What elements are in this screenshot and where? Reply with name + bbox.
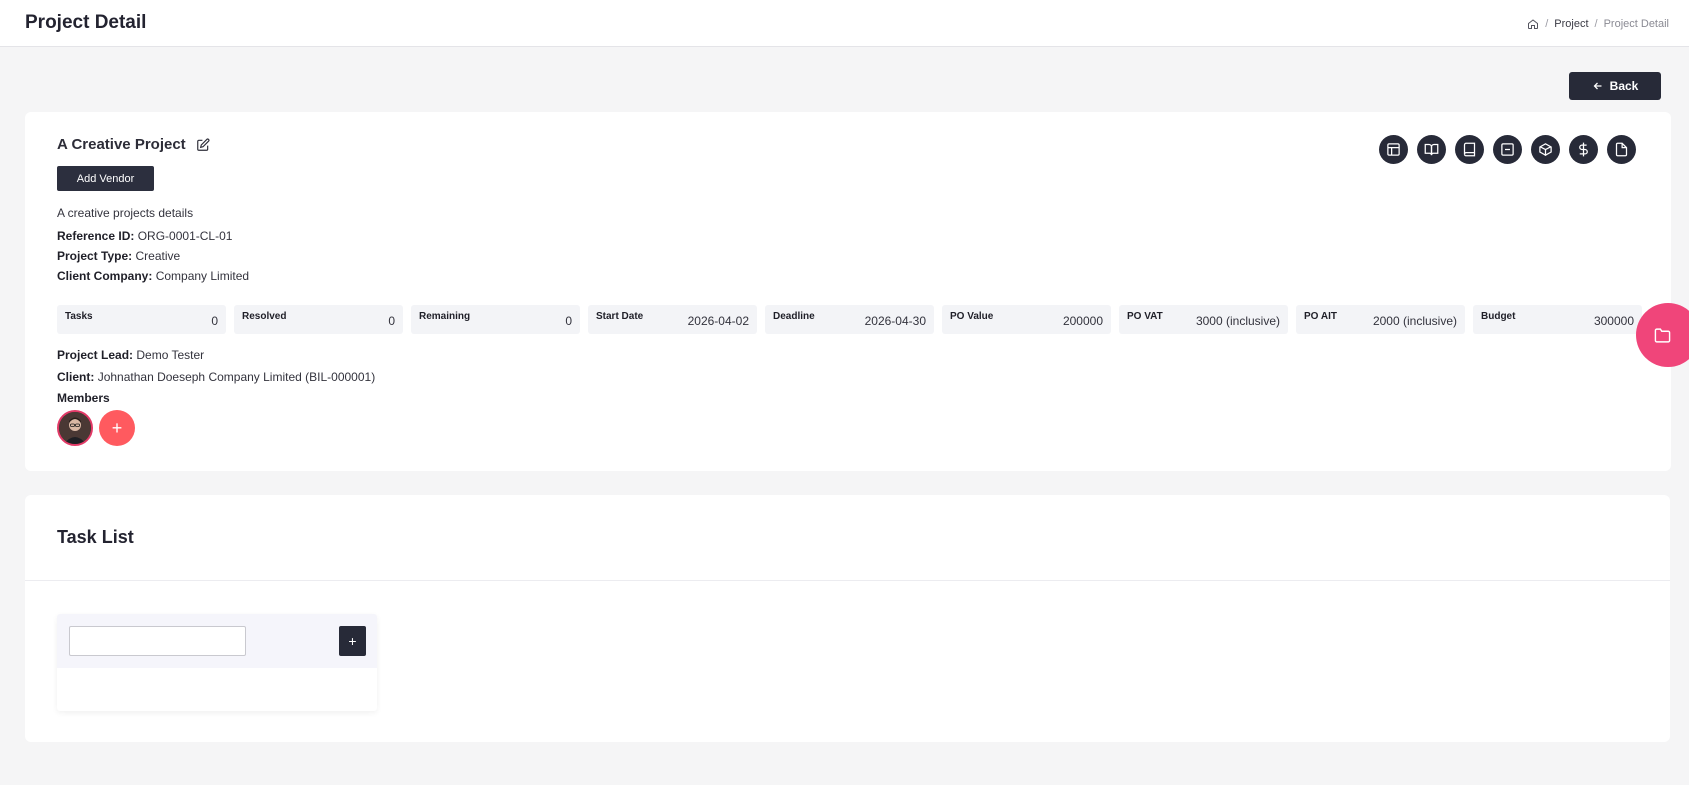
book-icon[interactable]: [1455, 135, 1484, 164]
book-open-icon[interactable]: [1417, 135, 1446, 164]
reference-id-line: Reference ID: ORG-0001-CL-01: [57, 229, 232, 243]
stat-remaining: Remaining 0: [411, 305, 580, 334]
top-bar: Project Detail / Project / Project Detai…: [0, 0, 1689, 47]
stat-value: 2000 (inclusive): [1372, 314, 1457, 328]
stat-value: 2026-04-30: [864, 314, 926, 328]
stat-label: Start Date: [596, 311, 644, 322]
project-title-row: A Creative Project: [57, 136, 210, 153]
stat-label: PO VAT: [1127, 311, 1163, 322]
stat-value: 300000: [1593, 314, 1634, 328]
stat-po-ait: PO AIT 2000 (inclusive): [1296, 305, 1465, 334]
stats-row: Tasks 0 Resolved 0 Remaining 0 Start Dat…: [57, 305, 1642, 334]
stat-value: 0: [388, 314, 395, 328]
project-card: A Creative Project Add Vendor A creative…: [25, 112, 1671, 471]
task-list-card: Task List +: [25, 495, 1670, 742]
back-button[interactable]: Back: [1569, 72, 1661, 100]
edit-icon[interactable]: [196, 138, 210, 152]
stat-value: 0: [211, 314, 218, 328]
minus-square-icon[interactable]: [1493, 135, 1522, 164]
project-lead-line: Project Lead: Demo Tester: [57, 348, 204, 362]
stat-tasks: Tasks 0: [57, 305, 226, 334]
stat-value: 0: [565, 314, 572, 328]
breadcrumb-separator: /: [1594, 18, 1598, 30]
add-task-button[interactable]: +: [339, 626, 366, 656]
breadcrumb-separator: /: [1545, 18, 1549, 30]
breadcrumb-project-link[interactable]: Project: [1554, 18, 1588, 30]
project-type-line: Project Type: Creative: [57, 249, 180, 263]
project-lead-value: Demo Tester: [136, 348, 205, 362]
home-icon[interactable]: [1527, 18, 1539, 30]
stat-label: Budget: [1481, 311, 1516, 322]
stat-label: Remaining: [419, 311, 471, 322]
file-icon[interactable]: [1607, 135, 1636, 164]
stat-label: PO Value: [950, 311, 994, 322]
back-button-label: Back: [1609, 79, 1639, 93]
client-company-value: Company Limited: [155, 269, 250, 283]
stat-start-date: Start Date 2026-04-02: [588, 305, 757, 334]
action-icon-row: [1379, 135, 1636, 164]
client-label: Client:: [57, 370, 95, 384]
avatar[interactable]: [57, 410, 93, 446]
members-label: Members: [57, 391, 110, 405]
dollar-icon[interactable]: [1569, 135, 1598, 164]
project-title: A Creative Project: [57, 136, 186, 153]
add-vendor-button[interactable]: Add Vendor: [57, 166, 154, 191]
client-value: Johnathan Doeseph Company Limited (BIL-0…: [97, 370, 376, 384]
stat-value: 200000: [1062, 314, 1103, 328]
layout-icon[interactable]: [1379, 135, 1408, 164]
client-company-line: Client Company: Company Limited: [57, 269, 249, 283]
stat-resolved: Resolved 0: [234, 305, 403, 334]
stat-label: Tasks: [65, 311, 93, 322]
folder-icon: [1654, 327, 1671, 343]
project-lead-label: Project Lead:: [57, 348, 134, 362]
package-icon[interactable]: [1531, 135, 1560, 164]
client-line: Client: Johnathan Doeseph Company Limite…: [57, 370, 375, 384]
task-name-input[interactable]: [69, 626, 246, 656]
stat-po-value: PO Value 200000: [942, 305, 1111, 334]
stat-value: 2026-04-02: [687, 314, 749, 328]
breadcrumb: / Project / Project Detail: [1527, 18, 1669, 30]
breadcrumb-current: Project Detail: [1603, 18, 1669, 30]
page-title: Project Detail: [25, 12, 147, 33]
arrow-left-icon: [1593, 82, 1602, 90]
reference-id-label: Reference ID:: [57, 229, 135, 243]
stat-deadline: Deadline 2026-04-30: [765, 305, 934, 334]
project-description: A creative projects details: [57, 206, 194, 220]
task-list-title: Task List: [57, 527, 134, 547]
project-type-value: Creative: [135, 249, 181, 263]
stat-label: Resolved: [242, 311, 287, 322]
client-company-label: Client Company:: [57, 269, 153, 283]
reference-id-value: ORG-0001-CL-01: [137, 229, 233, 243]
stat-label: PO AIT: [1304, 311, 1337, 322]
project-type-label: Project Type:: [57, 249, 133, 263]
stat-po-vat: PO VAT 3000 (inclusive): [1119, 305, 1288, 334]
add-member-button[interactable]: +: [99, 410, 135, 446]
task-column: +: [57, 614, 377, 711]
stat-label: Deadline: [773, 311, 815, 322]
task-column-header: +: [57, 614, 377, 668]
divider: [25, 580, 1670, 581]
stat-value: 3000 (inclusive): [1195, 314, 1280, 328]
stat-budget: Budget 300000: [1473, 305, 1642, 334]
